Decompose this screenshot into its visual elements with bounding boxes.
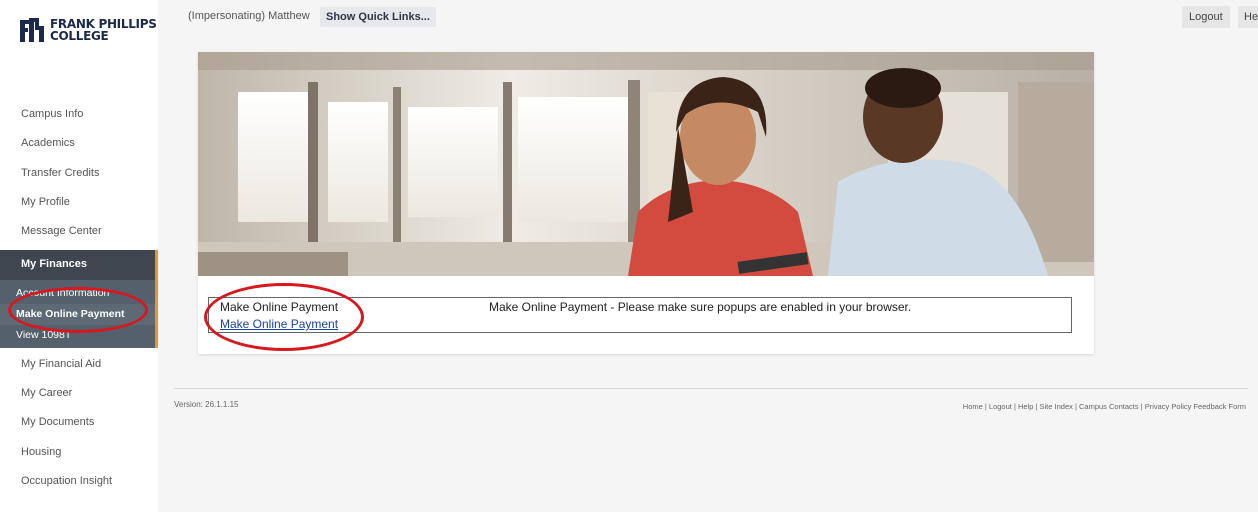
subnav-view-1098t[interactable]: View 1098T (0, 325, 155, 346)
payment-title: Make Online Payment (220, 300, 339, 314)
make-online-payment-link[interactable]: Make Online Payment (220, 317, 338, 331)
sidebar-item-my-career[interactable]: My Career (0, 379, 158, 408)
college-logo[interactable]: FRANK PHILLIPS COLLEGE (18, 14, 157, 46)
logout-button[interactable]: Logout (1182, 6, 1230, 28)
sidebar-item-my-finances[interactable]: My Finances (0, 250, 158, 280)
finances-submenu: Account Information Make Online Payment … (0, 279, 158, 348)
payment-message: Make Online Payment - Please make sure p… (489, 300, 912, 314)
subnav-make-online-payment[interactable]: Make Online Payment (0, 303, 155, 325)
sidebar-item-my-profile[interactable]: My Profile (0, 188, 158, 217)
sidebar-item-campus-info[interactable]: Campus Info (0, 100, 158, 129)
sidebar-nav: Campus Info Academics Transfer Credits M… (0, 100, 158, 496)
help-button[interactable]: Hel (1238, 6, 1258, 28)
sidebar-item-housing[interactable]: Housing (0, 438, 158, 467)
sidebar-item-my-financial-aid[interactable]: My Financial Aid (0, 350, 158, 379)
logo-line-2: COLLEGE (50, 29, 109, 43)
sidebar-item-my-documents[interactable]: My Documents (0, 408, 158, 437)
top-bar: (Impersonating) Matthew Show Quick Links… (158, 0, 1258, 34)
sidebar-item-occupation-insight[interactable]: Occupation Insight (0, 467, 158, 496)
sidebar: FRANK PHILLIPS COLLEGE Campus Info Acade… (0, 0, 158, 512)
content-card: Make Online Payment Make Online Payment … (198, 52, 1094, 354)
sidebar-item-message-center[interactable]: Message Center (0, 217, 158, 246)
payment-panel: Make Online Payment Make Online Payment … (208, 297, 1072, 333)
fpc-logo-icon (20, 18, 44, 42)
impersonation-label: (Impersonating) Matthew (188, 10, 310, 22)
footer-links[interactable]: Home | Logout | Help | Site Index | Camp… (963, 402, 1246, 411)
logo-text: FRANK PHILLIPS COLLEGE (50, 18, 157, 42)
version-label: Version: 26.1.1.15 (174, 400, 239, 409)
hero-image (198, 52, 1094, 276)
sidebar-item-academics[interactable]: Academics (0, 129, 158, 158)
footer-divider (174, 388, 1248, 389)
subnav-account-information[interactable]: Account Information (0, 283, 155, 304)
quick-links-button[interactable]: Show Quick Links... (320, 7, 436, 27)
sidebar-item-transfer-credits[interactable]: Transfer Credits (0, 159, 158, 188)
